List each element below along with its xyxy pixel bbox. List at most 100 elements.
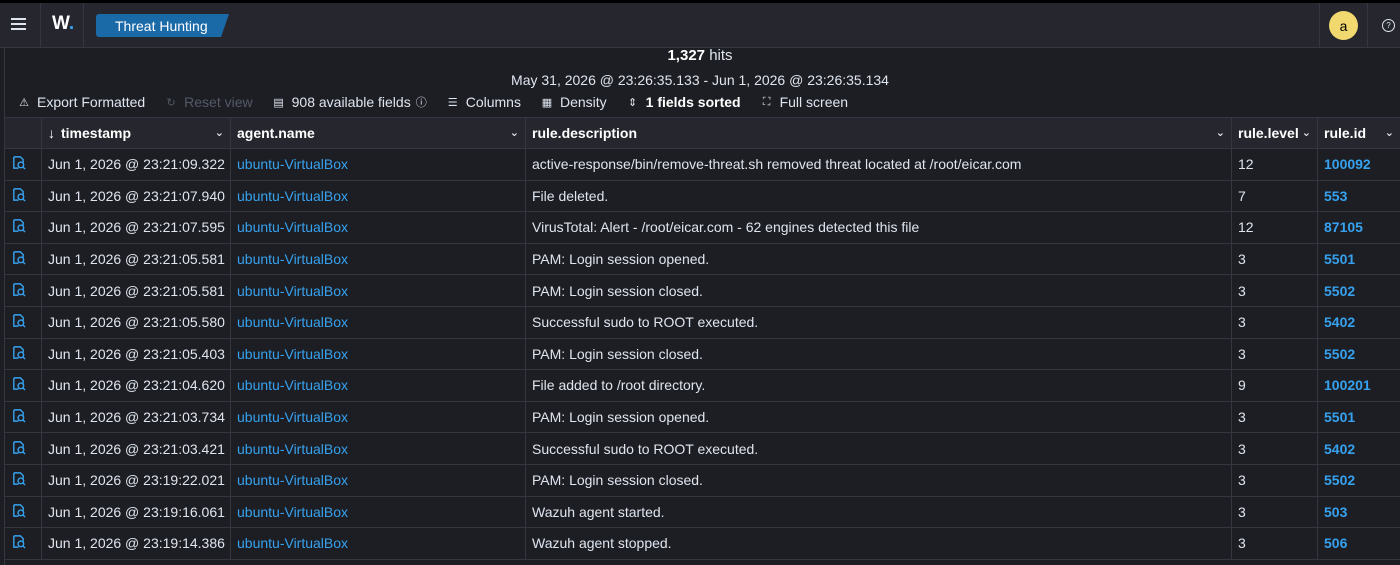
cell-rule-level: 9 [1231,369,1318,402]
cell-timestamp: Jun 1, 2026 @ 23:19:22.021 [41,463,231,497]
header-divider [1319,3,1320,48]
cell-rule-level: 3 [1231,463,1318,497]
cell-rule-level: 3 [1231,337,1318,371]
cell-timestamp: Jun 1, 2026 @ 23:21:05.581 [41,242,231,276]
row-actions [4,432,42,465]
inspect-document-icon[interactable] [11,408,26,423]
cell-timestamp: Jun 1, 2026 @ 23:21:05.403 [41,337,231,371]
cell-rule-id[interactable]: 87105 [1317,211,1400,244]
inspect-document-icon[interactable] [11,440,26,455]
cell-rule-description: File added to /root directory. [525,369,1232,402]
export-formatted-button[interactable]: ⚠ Export Formatted [18,94,145,110]
chevron-down-icon[interactable]: ⌄ [1302,126,1311,139]
inspect-document-icon[interactable] [11,155,26,170]
cell-timestamp: Jun 1, 2026 @ 23:21:07.940 [41,179,231,213]
inspect-document-icon[interactable] [11,282,26,297]
inspect-document-icon[interactable] [11,250,26,265]
reset-view-button[interactable]: ↻ Reset view [165,94,253,110]
cell-rule-description: PAM: Login session opened. [525,400,1232,434]
header-timestamp[interactable]: ↓ timestamp ⌄ [41,117,231,149]
cell-rule-level: 3 [1231,274,1318,307]
cell-agent-name[interactable]: ubuntu-VirtualBox [230,148,526,181]
cell-rule-id[interactable]: 5402 [1317,305,1400,339]
available-fields-button[interactable]: ▤ 908 available fields ⓘ [273,94,427,110]
table-row: Jun 1, 2026 @ 23:21:05.580 ubuntu-Virtual… [4,305,1400,339]
table-row: Jun 1, 2026 @ 23:21:05.581 ubuntu-Virtual… [4,274,1400,307]
cell-agent-name[interactable]: ubuntu-VirtualBox [230,274,526,307]
sort-fields-button[interactable]: ⇕ 1 fields sorted [627,94,741,110]
cell-rule-level: 3 [1231,432,1318,465]
wazuh-logo[interactable]: W. [52,13,74,35]
header-divider [83,3,84,48]
cell-rule-level: 3 [1231,400,1318,434]
cell-rule-id[interactable]: 503 [1317,495,1400,529]
cell-agent-name[interactable]: ubuntu-VirtualBox [230,527,526,560]
cell-agent-name[interactable]: ubuntu-VirtualBox [230,305,526,339]
header-rule-description[interactable]: rule.description ⌄ [525,117,1232,149]
cell-agent-name[interactable]: ubuntu-VirtualBox [230,211,526,244]
cell-agent-name[interactable]: ubuntu-VirtualBox [230,369,526,402]
density-icon: ▦ [541,96,553,109]
user-avatar[interactable]: a [1329,11,1358,40]
inspect-document-icon[interactable] [11,313,26,328]
cell-rule-description: PAM: Login session opened. [525,242,1232,276]
cell-agent-name[interactable]: ubuntu-VirtualBox [230,432,526,465]
row-actions [4,242,42,276]
cell-rule-id[interactable]: 100092 [1317,148,1400,181]
cell-agent-name[interactable]: ubuntu-VirtualBox [230,337,526,371]
table-row: Jun 1, 2026 @ 23:21:09.322 ubuntu-Virtual… [4,148,1400,181]
cell-rule-description: PAM: Login session closed. [525,337,1232,371]
table-header-row: ↓ timestamp ⌄ agent.name ⌄ rule.description… [4,117,1400,149]
inspect-document-icon[interactable] [11,187,26,202]
cell-rule-id[interactable]: 5501 [1317,242,1400,276]
cell-rule-description: Successful sudo to ROOT executed. [525,432,1232,465]
cell-rule-id[interactable]: 5502 [1317,274,1400,307]
table-row: Jun 1, 2026 @ 23:21:04.620 ubuntu-Virtual… [4,369,1400,402]
header-agent-name[interactable]: agent.name ⌄ [230,117,526,149]
chevron-down-icon[interactable]: ⌄ [215,126,224,139]
cell-rule-id[interactable]: 5502 [1317,463,1400,497]
cell-agent-name[interactable]: ubuntu-VirtualBox [230,495,526,529]
cell-agent-name[interactable]: ubuntu-VirtualBox [230,400,526,434]
cell-rule-id[interactable]: 100201 [1317,369,1400,402]
full-screen-button[interactable]: ⛶ Full screen [761,94,848,110]
cell-rule-id[interactable]: 5402 [1317,432,1400,465]
chevron-down-icon[interactable]: ⌄ [1216,126,1225,139]
row-actions [4,274,42,307]
inspect-document-icon[interactable] [11,534,26,549]
cell-agent-name[interactable]: ubuntu-VirtualBox [230,179,526,213]
inspect-document-icon[interactable] [11,503,26,518]
cell-timestamp: Jun 1, 2026 @ 23:21:09.322 [41,148,231,181]
inspect-document-icon[interactable] [11,218,26,234]
list-icon: ☰ [447,96,458,109]
header-rule-level[interactable]: rule.level ⌄ [1231,117,1318,149]
fields-icon: ▤ [273,96,284,109]
fullscreen-icon: ⛶ [762,95,771,108]
chevron-down-icon[interactable]: ⌄ [510,126,519,139]
cell-rule-id[interactable]: 553 [1317,179,1400,213]
breadcrumb-threat-hunting[interactable]: Threat Hunting [96,14,229,37]
help-icon[interactable]: ? [1382,19,1395,32]
cell-rule-id[interactable]: 506 [1317,527,1400,560]
cell-rule-description: active-response/bin/remove-threat.sh rem… [525,148,1232,181]
row-actions [4,527,42,560]
cell-rule-id[interactable]: 5501 [1317,400,1400,434]
header-rule-id[interactable]: rule.id ⌄ [1317,117,1400,149]
info-icon: ⓘ [415,97,427,109]
chevron-down-icon[interactable]: ⌄ [1385,126,1394,139]
cell-timestamp: Jun 1, 2026 @ 23:19:14.386 [41,527,231,560]
density-button[interactable]: ▦ Density [541,94,607,110]
cell-agent-name[interactable]: ubuntu-VirtualBox [230,242,526,276]
hamburger-icon[interactable] [11,18,26,30]
inspect-document-icon[interactable] [11,471,26,486]
inspect-document-icon[interactable] [11,345,26,360]
cell-rule-id[interactable]: 5502 [1317,337,1400,371]
cell-timestamp: Jun 1, 2026 @ 23:21:04.620 [41,369,231,402]
header-divider [1367,3,1368,48]
hits-count: 1,327 hits [667,47,733,64]
header-divider [40,3,41,48]
columns-button[interactable]: ☰ Columns [447,94,521,110]
inspect-document-icon[interactable] [11,376,26,392]
row-actions [4,305,42,339]
cell-agent-name[interactable]: ubuntu-VirtualBox [230,463,526,497]
